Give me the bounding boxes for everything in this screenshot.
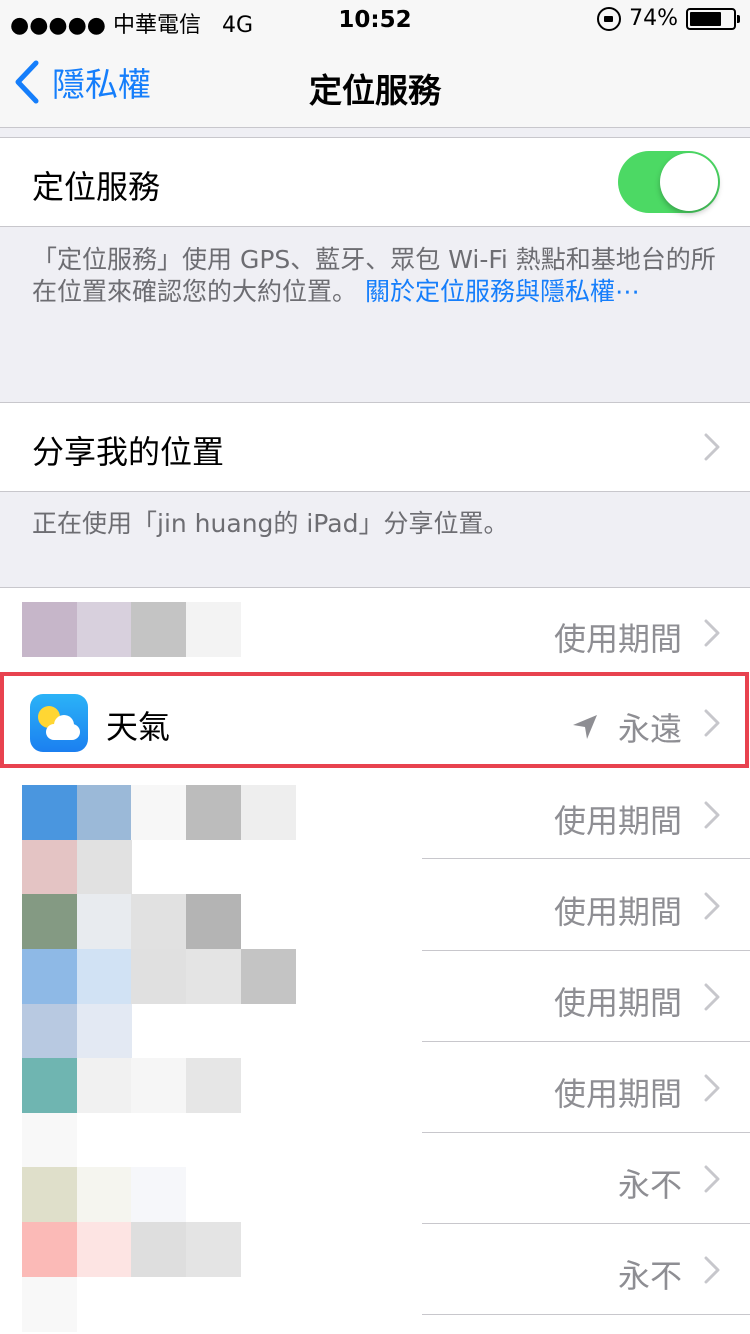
- toggle-knob: [660, 153, 718, 211]
- chevron-right-icon: [704, 1165, 720, 1193]
- app-row[interactable]: 使用期間: [0, 859, 750, 950]
- rotation-lock-icon: [597, 6, 622, 31]
- navigation-bar: 隱私權 定位服務: [0, 40, 750, 128]
- app-name: 天氣: [106, 708, 171, 746]
- chevron-right-icon: [704, 709, 720, 737]
- chevron-right-icon: [704, 619, 720, 647]
- chevron-right-icon: [704, 801, 720, 829]
- app-permission: 使用期間: [553, 802, 682, 840]
- app-row-weather[interactable]: 天氣 永遠: [0, 678, 750, 768]
- app-permission: 使用期間: [553, 1075, 682, 1113]
- app-permission: 使用期間: [553, 893, 682, 931]
- share-location-label: 分享我的位置: [32, 433, 225, 471]
- app-permission: 永不: [617, 1166, 682, 1204]
- privacy-link[interactable]: 關於定位服務與隱私權⋯: [365, 277, 640, 306]
- app-row[interactable]: 使用期間: [0, 1042, 750, 1132]
- share-location-footer: 正在使用「jin huang的 iPad」分享位置。: [32, 509, 509, 538]
- chevron-right-icon: [704, 1256, 720, 1284]
- chevron-right-icon: [704, 1074, 720, 1102]
- app-permission: 永遠: [617, 710, 682, 748]
- app-permission: 永不: [617, 1257, 682, 1295]
- location-services-description: 「定位服務」使用 GPS、藍牙、眾包 Wi-Fi 熱點和基地台的所在位置來確認您…: [32, 245, 716, 306]
- app-row[interactable]: 永不: [0, 1224, 750, 1314]
- page-title: 定位服務: [309, 71, 441, 110]
- battery-icon: [686, 7, 740, 30]
- app-row[interactable]: 永不: [0, 1133, 750, 1223]
- location-services-toggle[interactable]: [618, 151, 720, 213]
- app-row[interactable]: 使用期間: [0, 588, 750, 678]
- chevron-right-icon: [704, 892, 720, 920]
- weather-icon: [30, 694, 88, 752]
- status-bar: ●●●●● 中華電信 4G 10:52 74%: [0, 0, 750, 40]
- share-location-row[interactable]: 分享我的位置: [0, 403, 750, 491]
- chevron-right-icon: [704, 983, 720, 1011]
- app-row[interactable]: 使用期間: [0, 770, 750, 858]
- app-permission: 使用期間: [553, 984, 682, 1022]
- app-permission: 使用期間: [553, 620, 682, 658]
- chevron-right-icon: [704, 433, 720, 461]
- location-arrow-icon: [572, 715, 597, 739]
- location-services-row: 定位服務: [0, 138, 750, 226]
- battery-percent: 74%: [629, 6, 678, 31]
- location-services-label: 定位服務: [32, 168, 161, 206]
- app-row[interactable]: 使用期間: [0, 951, 750, 1041]
